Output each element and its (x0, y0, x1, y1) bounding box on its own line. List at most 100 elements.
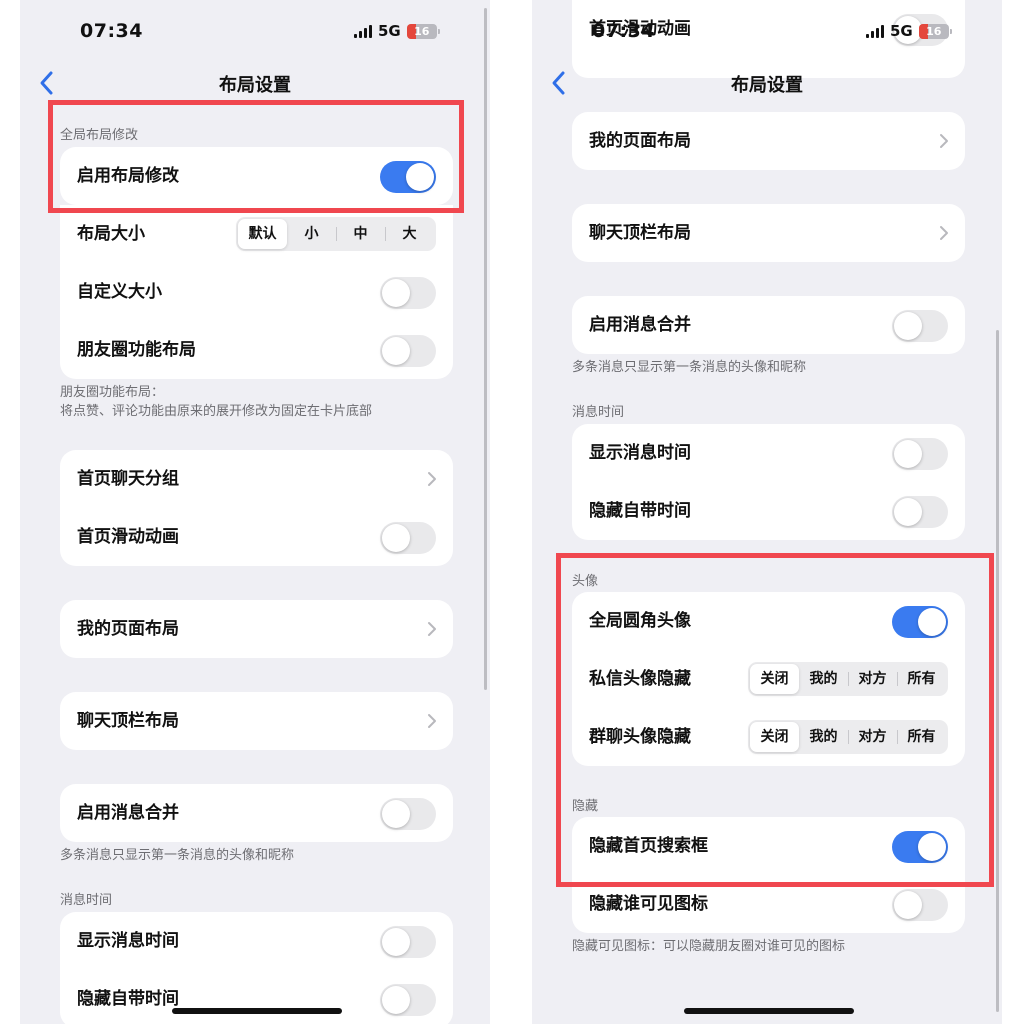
page-title: 布局设置 (219, 75, 291, 96)
phone-screen-right: 首页滑动动画 07:34 5G 16 布局设置 我的页面布局 聊天顶栏布局 启用… (532, 0, 1002, 1024)
segment-large[interactable]: 大 (385, 219, 434, 249)
section-label-hide: 隐藏 (572, 799, 599, 814)
message-merge-footnote: 多条消息只显示第一条消息的头像和昵称 (60, 848, 295, 863)
row-label: 启用布局修改 (77, 166, 179, 186)
row-label: 全局圆角头像 (589, 611, 691, 631)
message-merge-toggle[interactable] (892, 310, 948, 342)
global-layout-card: 启用布局修改 (60, 147, 453, 205)
layout-size-segmented-control[interactable]: 默认 小 中 大 (236, 217, 436, 251)
message-merge-footnote: 多条消息只显示第一条消息的头像和昵称 (572, 360, 807, 375)
row-message-merge: 启用消息合并 (60, 784, 453, 842)
row-layout-size: 布局大小 默认 小 中 大 (60, 205, 453, 263)
segment-other[interactable]: 对方 (848, 664, 897, 694)
hide-builtin-time-toggle[interactable] (892, 496, 948, 528)
chevron-right-icon (428, 622, 436, 636)
enable-layout-toggle[interactable] (380, 161, 436, 193)
segment-default[interactable]: 默认 (238, 219, 287, 249)
segment-mine[interactable]: 我的 (799, 664, 848, 694)
navigation-bar: 布局设置 (532, 66, 1002, 102)
signal-icon (354, 24, 372, 38)
row-hide-builtin-time: 隐藏自带时间 (572, 482, 965, 540)
row-label: 隐藏谁可见图标 (589, 894, 708, 914)
row-label: 聊天顶栏布局 (77, 711, 179, 731)
segment-other[interactable]: 对方 (848, 722, 897, 752)
row-label: 启用消息合并 (77, 803, 179, 823)
my-page-card: 我的页面布局 (572, 112, 965, 170)
layout-options-card: 布局大小 默认 小 中 大 自定义大小 朋友圈功能布局 (60, 205, 453, 379)
chevron-right-icon (940, 134, 948, 148)
group-avatar-segmented-control[interactable]: 关闭 我的 对方 所有 (748, 720, 948, 754)
row-chat-topbar-layout[interactable]: 聊天顶栏布局 (60, 692, 453, 750)
row-group-avatar-hide: 群聊头像隐藏 关闭 我的 对方 所有 (572, 708, 965, 766)
status-bar: 07:34 5G 16 (20, 18, 490, 48)
row-label: 我的页面布局 (589, 131, 691, 151)
segment-off[interactable]: 关闭 (750, 664, 799, 694)
page-title: 布局设置 (731, 75, 803, 96)
custom-size-toggle[interactable] (380, 277, 436, 309)
row-label: 朋友圈功能布局 (77, 340, 196, 360)
row-moments-layout: 朋友圈功能布局 (60, 321, 453, 379)
row-hide-builtin-time: 隐藏自带时间 (60, 970, 453, 1024)
row-label: 私信头像隐藏 (589, 669, 691, 689)
row-chat-topbar-layout[interactable]: 聊天顶栏布局 (572, 204, 965, 262)
message-merge-toggle[interactable] (380, 798, 436, 830)
hide-visibility-icon-toggle[interactable] (892, 889, 948, 921)
row-enable-layout: 启用布局修改 (60, 147, 453, 205)
navigation-bar: 布局设置 (20, 66, 490, 102)
segment-medium[interactable]: 中 (336, 219, 385, 249)
segment-small[interactable]: 小 (287, 219, 336, 249)
row-label: 聊天顶栏布局 (589, 223, 691, 243)
row-label: 显示消息时间 (589, 443, 691, 463)
status-time: 07:34 (592, 20, 655, 42)
row-message-merge: 启用消息合并 (572, 296, 965, 354)
row-label: 隐藏自带时间 (589, 501, 691, 521)
row-my-page-layout[interactable]: 我的页面布局 (572, 112, 965, 170)
segment-all[interactable]: 所有 (897, 722, 946, 752)
status-bar: 07:34 5G 16 (532, 18, 1002, 48)
chevron-right-icon (940, 226, 948, 240)
show-message-time-toggle[interactable] (380, 926, 436, 958)
hide-card: 隐藏首页搜索框 隐藏谁可见图标 (572, 817, 965, 933)
signal-icon (866, 24, 884, 38)
round-avatar-toggle[interactable] (892, 606, 948, 638)
row-my-page-layout[interactable]: 我的页面布局 (60, 600, 453, 658)
hide-search-box-toggle[interactable] (892, 831, 948, 863)
moments-footnote: 朋友圈功能布局： 将点赞、评论功能由原来的展开修改为固定在卡片底部 (60, 385, 373, 419)
dm-avatar-segmented-control[interactable]: 关闭 我的 对方 所有 (748, 662, 948, 696)
network-label: 5G (890, 22, 913, 40)
section-label-message-time: 消息时间 (60, 893, 113, 908)
avatar-card: 全局圆角头像 私信头像隐藏 关闭 我的 对方 所有 群聊头像隐藏 关闭 我的 对… (572, 592, 965, 766)
row-label: 首页滑动动画 (77, 527, 179, 547)
home-scroll-animation-toggle[interactable] (380, 522, 436, 554)
home-indicator[interactable] (172, 1008, 342, 1014)
battery-icon: 16 (406, 23, 440, 39)
scrollbar[interactable] (996, 330, 999, 1012)
row-custom-size: 自定义大小 (60, 263, 453, 321)
scrollbar[interactable] (484, 8, 487, 690)
home-indicator[interactable] (684, 1008, 854, 1014)
section-label-avatar: 头像 (572, 574, 599, 589)
section-label-message-time: 消息时间 (572, 405, 625, 420)
show-message-time-toggle[interactable] (892, 438, 948, 470)
row-label: 自定义大小 (77, 282, 162, 302)
hide-builtin-time-toggle[interactable] (380, 984, 436, 1016)
row-round-avatar: 全局圆角头像 (572, 592, 965, 650)
chat-topbar-card: 聊天顶栏布局 (572, 204, 965, 262)
row-label: 启用消息合并 (589, 315, 691, 335)
segment-all[interactable]: 所有 (897, 664, 946, 694)
message-merge-card: 启用消息合并 (572, 296, 965, 354)
row-home-chat-group[interactable]: 首页聊天分组 (60, 450, 453, 508)
row-label: 隐藏首页搜索框 (589, 836, 708, 856)
segment-mine[interactable]: 我的 (799, 722, 848, 752)
chevron-right-icon (428, 714, 436, 728)
chat-topbar-card: 聊天顶栏布局 (60, 692, 453, 750)
row-label: 显示消息时间 (77, 931, 179, 951)
row-label: 隐藏自带时间 (77, 989, 179, 1009)
chevron-right-icon (428, 472, 436, 486)
row-show-message-time: 显示消息时间 (572, 424, 965, 482)
segment-off[interactable]: 关闭 (750, 722, 799, 752)
battery-level: 16 (414, 24, 430, 38)
network-label: 5G (378, 22, 401, 40)
battery-level: 16 (926, 24, 942, 38)
moments-layout-toggle[interactable] (380, 335, 436, 367)
